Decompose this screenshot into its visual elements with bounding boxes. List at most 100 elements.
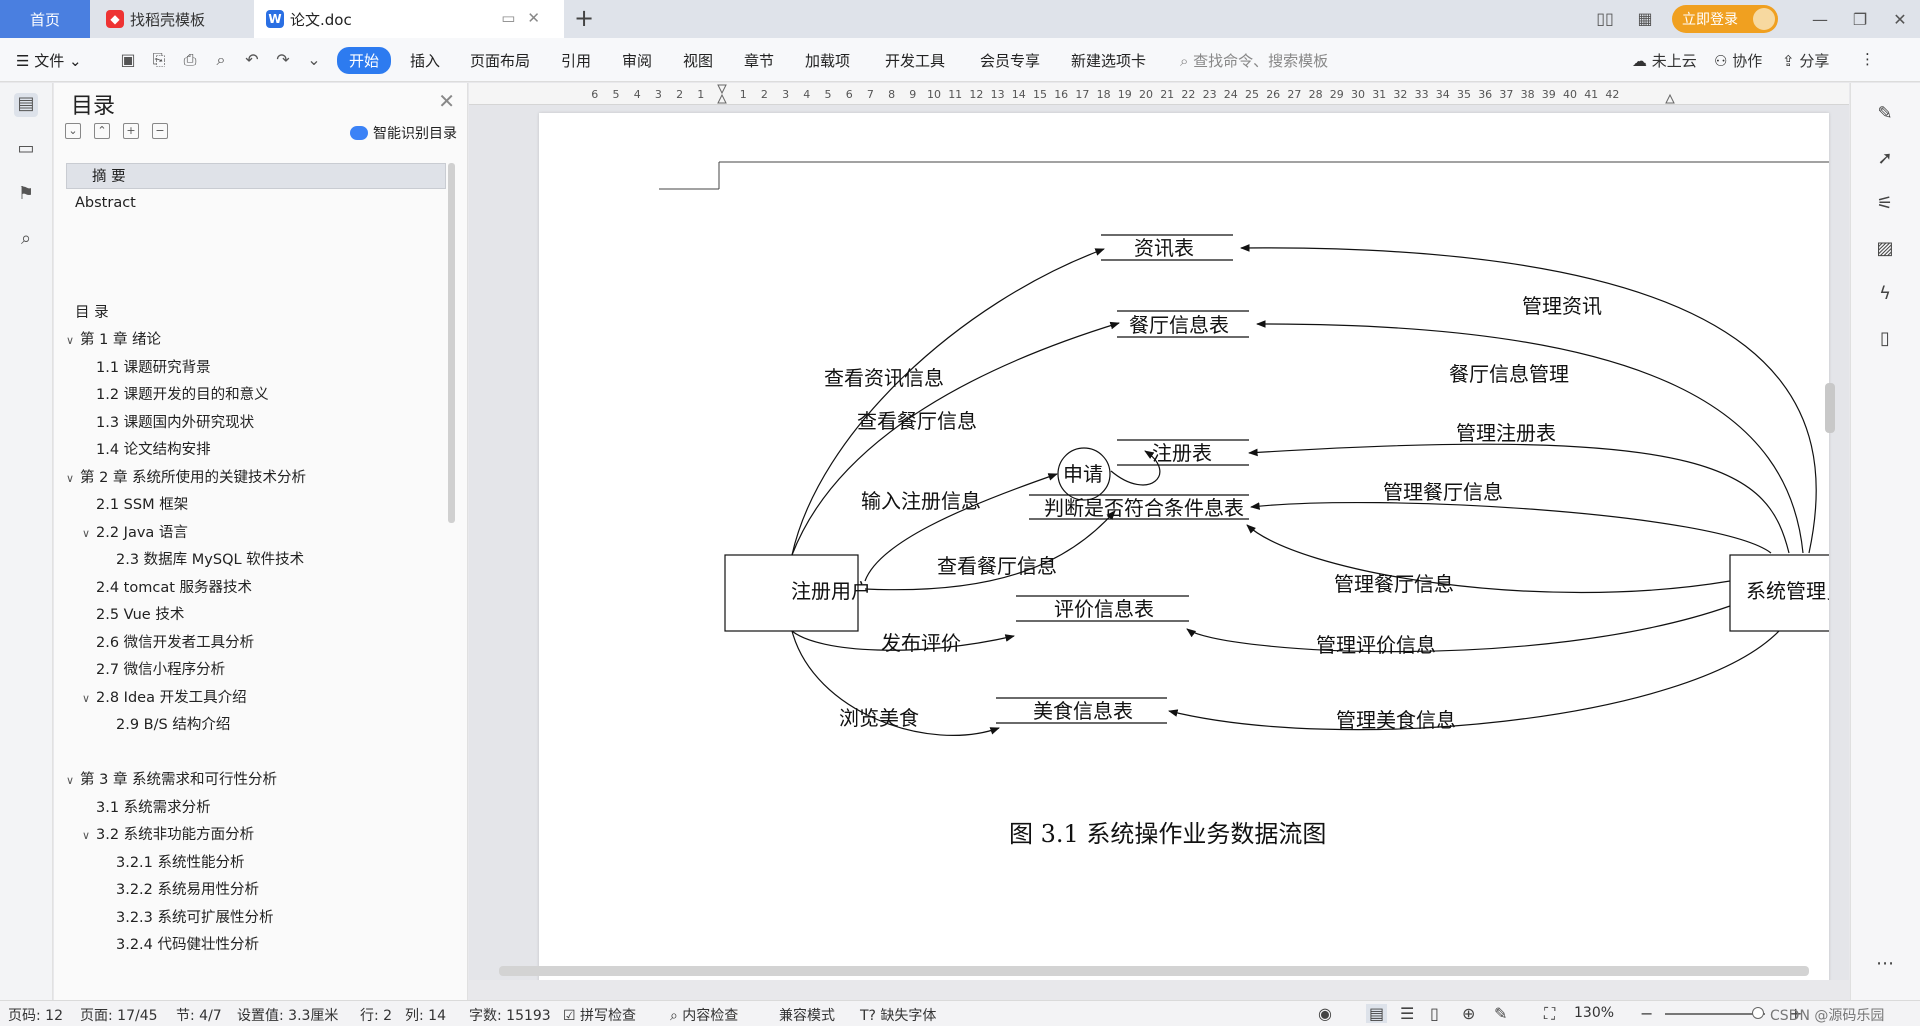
web-view-icon[interactable]: ⊕ xyxy=(1462,1004,1475,1023)
status-pages[interactable]: 页面: 17/45 xyxy=(80,1005,158,1025)
toc-item[interactable]: Abstract xyxy=(66,190,136,216)
collapse-icon[interactable]: ⌄ xyxy=(65,123,81,139)
horizontal-ruler[interactable]: 654321 1 2 3 4 5 6 7 8 9 10 11 12 13 14 15 16 17 18 19 20 21… xyxy=(469,83,1849,105)
undo-icon[interactable]: ↶ xyxy=(242,50,262,70)
toc-item[interactable]: ∨ 第 3 章 系统需求和可行性分析 xyxy=(66,767,277,793)
ribbon-tab-layout[interactable]: 页面布局 xyxy=(470,50,530,71)
select-cursor-icon[interactable]: ➚ xyxy=(1873,148,1897,172)
toc-item[interactable]: 2.6 微信开发者工具分析 xyxy=(66,630,254,656)
ribbon-tab-start[interactable]: 开始 xyxy=(337,47,392,74)
login-button[interactable]: 立即登录 xyxy=(1672,5,1778,33)
expand-up-icon[interactable]: ⌃ xyxy=(94,123,110,139)
ribbon-tab-view[interactable]: 视图 xyxy=(683,50,713,71)
toc-item[interactable]: 1.2 课题开发的目的和意义 xyxy=(66,382,269,408)
image-tool-icon[interactable]: ▨ xyxy=(1873,238,1897,262)
page-view-icon[interactable]: ▤ xyxy=(1366,1004,1388,1023)
zoom-slider[interactable] xyxy=(1665,1013,1765,1015)
more-options-icon[interactable]: ⋮ xyxy=(1860,50,1875,68)
chevron-down-icon[interactable]: ∨ xyxy=(66,466,80,492)
more-icon[interactable]: ⋯ xyxy=(1873,953,1897,977)
fit-page-icon[interactable]: ⛶ xyxy=(1544,1004,1555,1024)
export-pdf-icon[interactable]: ⎘ xyxy=(149,50,169,70)
layout-icon[interactable]: ▯▯ xyxy=(1592,9,1618,29)
remove-heading-icon[interactable]: − xyxy=(152,123,168,139)
print-preview-icon[interactable]: ⌕ xyxy=(211,50,231,70)
zoom-slider-handle[interactable] xyxy=(1752,1007,1764,1019)
pen-icon[interactable]: ✎ xyxy=(1873,103,1897,127)
chevron-down-icon[interactable]: ∨ xyxy=(66,768,80,794)
content-check-button[interactable]: ⌕ 内容检查 xyxy=(670,1005,738,1025)
toc-item[interactable]: ∨ 2.8 Idea 开发工具介绍 xyxy=(66,685,247,711)
add-heading-icon[interactable]: + xyxy=(123,123,139,139)
toc-item[interactable]: 1.1 课题研究背景 xyxy=(66,355,211,381)
new-tab-button[interactable]: + xyxy=(574,4,594,32)
eye-protect-icon[interactable]: ◉ xyxy=(1318,1004,1332,1023)
toc-item[interactable]: ∨ 2.2 Java 语言 xyxy=(66,520,188,546)
minimize-icon[interactable]: — xyxy=(1800,10,1840,29)
redo-icon[interactable]: ↷ xyxy=(273,50,293,70)
toc-item[interactable]: 2.3 数据库 MySQL 软件技术 xyxy=(66,547,304,573)
print-icon[interactable]: ⎙ xyxy=(180,50,200,70)
spell-check-button[interactable]: ☑ 拼写检查 xyxy=(563,1005,636,1025)
outline-view-icon[interactable]: ☰ xyxy=(1400,1004,1414,1023)
toc-item[interactable]: 2.5 Vue 技术 xyxy=(66,602,184,628)
toc-item[interactable]: 2.1 SSM 框架 xyxy=(66,492,188,518)
toc-scrollbar[interactable] xyxy=(448,163,455,523)
ribbon-tab-chapter[interactable]: 章节 xyxy=(744,50,774,71)
ribbon-tab-addins[interactable]: 加载项 xyxy=(805,50,850,71)
adjust-icon[interactable]: ⚟ xyxy=(1873,193,1897,217)
smart-toc-button[interactable]: 智能识别目录 xyxy=(350,123,457,143)
missing-font-button[interactable]: T? 缺失字体 xyxy=(860,1005,936,1025)
toc-item[interactable]: ∨ 第 1 章 绪论 xyxy=(66,327,161,353)
zoom-level[interactable]: 130% xyxy=(1574,1005,1614,1021)
search-icon[interactable]: ⌕ xyxy=(14,228,38,252)
restore-icon[interactable]: ❐ xyxy=(1840,10,1880,29)
toc-item[interactable]: 1.3 课题国内外研究现状 xyxy=(66,410,254,436)
toc-item[interactable]: ∨ 第 2 章 系统所使用的关键技术分析 xyxy=(66,465,306,491)
collab-button[interactable]: ⚇ 协作 xyxy=(1714,50,1762,71)
close-icon[interactable]: ✕ xyxy=(438,89,455,113)
right-indent-marker[interactable] xyxy=(1665,93,1675,104)
indent-marker[interactable] xyxy=(717,84,727,104)
chevron-down-icon[interactable]: ∨ xyxy=(82,823,96,849)
reader-icon[interactable]: ▯ xyxy=(1873,328,1897,352)
write-view-icon[interactable]: ✎ xyxy=(1494,1004,1507,1023)
toc-item[interactable]: 2.7 微信小程序分析 xyxy=(66,657,225,683)
toc-item[interactable]: 3.2.3 系统可扩展性分析 xyxy=(66,905,274,931)
horizontal-scrollbar[interactable] xyxy=(499,966,1809,976)
ribbon-tab-developer[interactable]: 开发工具 xyxy=(885,50,945,71)
bookmark-icon[interactable]: ⚑ xyxy=(14,183,38,207)
save-icon[interactable]: ▣ xyxy=(118,50,138,70)
vertical-scrollbar[interactable] xyxy=(1825,383,1835,433)
chapters-icon[interactable]: ▭ xyxy=(14,138,38,162)
document-page[interactable]: 注册用户 系统管理员 申请 资讯表 餐厅信息表 注册表 判断是否符合条件息表 评… xyxy=(539,113,1829,980)
command-search[interactable]: ⌕ 查找命令、搜索模板 xyxy=(1180,50,1328,71)
outline-icon[interactable]: ▤ xyxy=(14,93,38,117)
tab-document[interactable]: W 论文.doc ▭✕ xyxy=(254,0,564,38)
lightning-icon[interactable]: ϟ xyxy=(1873,283,1897,307)
ribbon-tab-new[interactable]: 新建选项卡 xyxy=(1071,50,1146,71)
toc-item[interactable]: 摘 要 xyxy=(66,163,446,189)
cloud-status-button[interactable]: ☁ 未上云 xyxy=(1632,50,1697,71)
chevron-down-icon[interactable]: ∨ xyxy=(82,686,96,712)
toc-item[interactable]: 2.4 tomcat 服务器技术 xyxy=(66,575,252,601)
ribbon-tab-references[interactable]: 引用 xyxy=(561,50,591,71)
ribbon-tab-review[interactable]: 审阅 xyxy=(622,50,652,71)
apps-grid-icon[interactable]: ▦ xyxy=(1632,9,1658,29)
tab-home[interactable]: 首页 xyxy=(0,0,90,38)
toc-item[interactable]: 3.1 系统需求分析 xyxy=(66,795,211,821)
toc-item[interactable]: 1.4 论文结构安排 xyxy=(66,437,211,463)
status-words[interactable]: 字数: 15193 xyxy=(469,1005,551,1025)
ribbon-tab-member[interactable]: 会员专享 xyxy=(980,50,1040,71)
close-window-icon[interactable]: ✕ xyxy=(1880,10,1920,29)
read-view-icon[interactable]: ▯ xyxy=(1430,1004,1439,1023)
toc-item[interactable]: 2.9 B/S 结构介绍 xyxy=(66,712,230,738)
more-chevron-icon[interactable]: ⌄ xyxy=(304,50,324,70)
toc-item[interactable]: 3.2.2 系统易用性分析 xyxy=(66,877,259,903)
toc-item[interactable]: ∨ 3.2 系统非功能方面分析 xyxy=(66,822,254,848)
toc-item[interactable]: 3.2.1 系统性能分析 xyxy=(66,850,245,876)
toc-item[interactable]: 目 录 xyxy=(66,300,109,326)
chevron-down-icon[interactable]: ∨ xyxy=(82,521,96,547)
share-button[interactable]: ⇪ 分享 xyxy=(1782,50,1829,71)
zoom-out-icon[interactable]: − xyxy=(1640,1004,1653,1023)
